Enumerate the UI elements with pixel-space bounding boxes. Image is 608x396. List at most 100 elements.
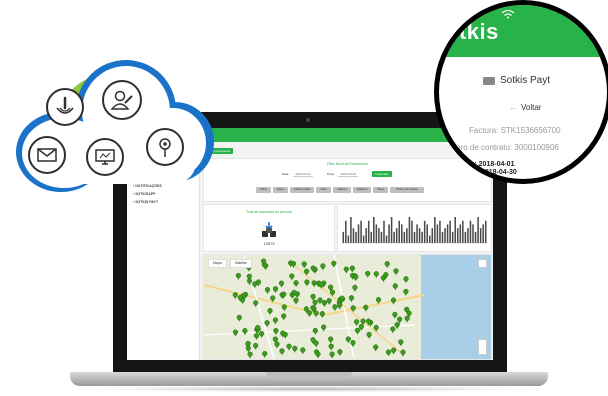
map-pin[interactable] <box>318 282 324 290</box>
map-pin[interactable] <box>320 324 327 332</box>
fullscreen-icon[interactable] <box>478 259 487 268</box>
map-pin[interactable] <box>264 320 270 328</box>
map-pin[interactable] <box>267 307 273 316</box>
map-pin[interactable] <box>345 336 351 344</box>
map-pin[interactable] <box>246 278 253 286</box>
map-pin[interactable] <box>270 295 276 303</box>
map-pin[interactable] <box>281 304 287 312</box>
map-pin[interactable] <box>332 304 338 312</box>
map-pin[interactable] <box>319 311 325 319</box>
map-pin[interactable] <box>331 260 337 268</box>
type-filter-all-no-battery[interactable]: Todos sem bateria <box>390 187 424 193</box>
map-pin[interactable] <box>236 314 242 322</box>
map-pin[interactable] <box>247 351 253 359</box>
map-pin[interactable] <box>253 332 260 341</box>
map-pin[interactable] <box>349 265 355 273</box>
map-pin[interactable] <box>373 271 379 279</box>
search-button[interactable]: Pesquisar <box>372 171 392 177</box>
map-pin[interactable] <box>232 292 238 300</box>
map-pin[interactable] <box>398 339 404 347</box>
map-pin[interactable] <box>293 280 299 288</box>
type-filter-paper[interactable]: Papel <box>273 187 288 193</box>
type-filter-organic[interactable]: Orgânico <box>353 187 371 193</box>
map-pin[interactable] <box>303 268 310 276</box>
type-filter-oils[interactable]: Óleos <box>373 187 388 193</box>
map-pin[interactable] <box>373 324 379 332</box>
zoom-controls[interactable] <box>478 339 487 355</box>
back-button[interactable]: ← Voltar <box>509 103 541 112</box>
map-pin[interactable] <box>281 313 287 321</box>
map-pin[interactable] <box>313 340 319 348</box>
map-pin[interactable] <box>352 284 358 292</box>
map-pin[interactable] <box>392 311 398 319</box>
map-pin[interactable] <box>317 297 323 305</box>
map-pin[interactable] <box>300 347 306 355</box>
map-pin[interactable] <box>301 261 307 269</box>
map-pin[interactable] <box>242 328 248 336</box>
map-pin[interactable] <box>391 347 397 355</box>
date-from-input[interactable]: 2018-04-01 <box>293 172 314 177</box>
map-pin[interactable] <box>392 283 398 291</box>
map-pin[interactable] <box>272 286 279 294</box>
map-pin[interactable] <box>384 261 390 269</box>
tab-satellite[interactable]: Satélite <box>230 259 252 268</box>
map-pin[interactable] <box>394 322 400 330</box>
map-pin[interactable] <box>403 276 409 284</box>
map-pin[interactable] <box>348 295 355 303</box>
map-pin[interactable] <box>313 310 319 318</box>
map-pin[interactable] <box>337 302 343 310</box>
map-pin[interactable] <box>354 319 360 327</box>
map-pin[interactable] <box>328 343 334 351</box>
map-pin[interactable] <box>290 261 297 269</box>
map-pin[interactable] <box>292 345 298 353</box>
map-pin[interactable] <box>235 272 242 280</box>
map-pin[interactable] <box>258 330 265 339</box>
type-filter-glass[interactable]: Vidro <box>316 187 331 193</box>
tab-map[interactable]: Mapa <box>208 259 227 268</box>
map-pin[interactable] <box>365 270 371 278</box>
map-pin[interactable] <box>320 263 326 271</box>
map-pin[interactable] <box>404 315 410 323</box>
map-pin[interactable] <box>366 331 372 339</box>
type-filter-undifferentiated[interactable]: Indiferenciado <box>290 187 314 193</box>
map-pin[interactable] <box>306 310 313 318</box>
map-panel[interactable]: Mapa Satélite <box>203 254 492 360</box>
map-pin[interactable] <box>278 280 285 288</box>
type-filter-plastic[interactable]: Plástico <box>333 187 351 193</box>
map-pin[interactable] <box>293 297 299 305</box>
map-pin[interactable] <box>286 343 292 351</box>
map-pin[interactable] <box>272 317 279 325</box>
map-pin[interactable] <box>353 274 359 282</box>
map-pin[interactable] <box>375 297 382 305</box>
map-pin[interactable] <box>252 342 259 350</box>
map-pin[interactable] <box>350 340 356 348</box>
map-pin[interactable] <box>311 280 317 288</box>
map-pin[interactable] <box>403 288 409 296</box>
map-pin[interactable] <box>279 348 285 356</box>
map-pin[interactable] <box>385 349 392 357</box>
map-pin[interactable] <box>373 344 379 352</box>
map-pin[interactable] <box>253 300 259 308</box>
map-pin[interactable] <box>232 329 239 337</box>
map-pin[interactable] <box>289 273 295 281</box>
map-pin[interactable] <box>328 336 334 344</box>
date-to-input[interactable]: 2018-04-30 <box>338 172 359 177</box>
sidebar-item-sotkis-payt[interactable]: ▪ SOTKIS PAYT <box>133 200 158 204</box>
map-pin[interactable] <box>400 349 406 357</box>
map-pin[interactable] <box>312 327 318 335</box>
map-pin[interactable] <box>329 351 335 359</box>
map-pin[interactable] <box>343 266 349 274</box>
map-pin[interactable] <box>350 305 356 313</box>
sidebar-item-sotkisapp[interactable]: ▪ SOTKISAPP <box>133 192 155 196</box>
map-pin[interactable] <box>273 327 279 336</box>
map-pin[interactable] <box>390 326 396 334</box>
map-pin[interactable] <box>321 300 328 308</box>
map-pin[interactable] <box>363 304 369 312</box>
map-pin[interactable] <box>337 349 343 357</box>
map-pin[interactable] <box>262 350 268 359</box>
map-pin[interactable] <box>354 327 361 335</box>
map-pin[interactable] <box>304 279 310 287</box>
map-pin[interactable] <box>390 297 397 305</box>
map-pin[interactable] <box>315 351 321 359</box>
map-pin[interactable] <box>380 275 387 283</box>
